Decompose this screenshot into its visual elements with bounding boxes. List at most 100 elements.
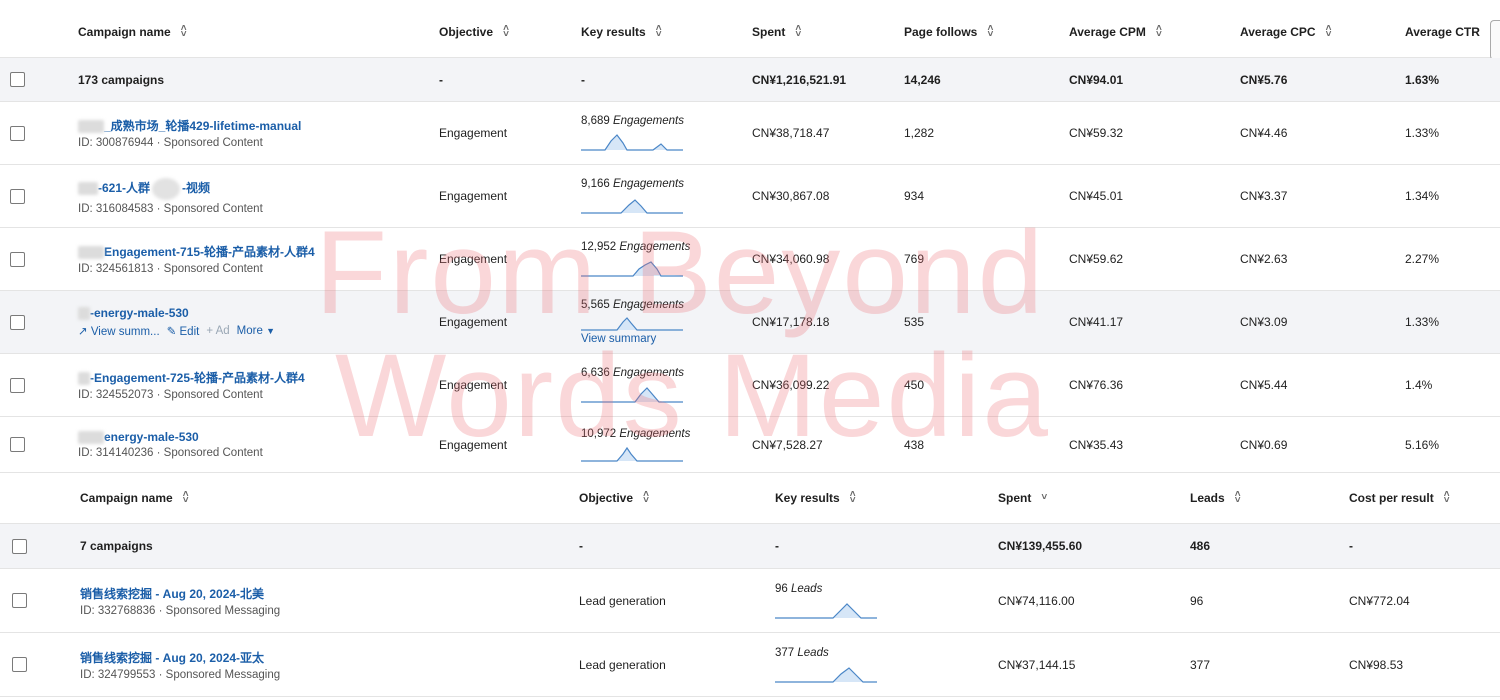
key-result-value: 8,689 Engagements [581,115,684,127]
col-header-campaign-name[interactable]: Campaign name ˄ ˅ [78,6,188,57]
cpm-value: CN¥76.36 [1069,378,1124,392]
campaign-name-link[interactable]: _成熟市场_轮播429-lifetime-manual [78,117,301,134]
ctr-value: 1.33% [1405,126,1440,140]
table-row[interactable]: energy-male-530 ID: 314140236 · Sponsore… [0,417,1500,473]
sort-icon: ˄ ˅ [182,489,189,506]
horizontal-scroll-handle[interactable] [1490,20,1500,60]
spent-value: CN¥17,178.18 [752,315,830,329]
campaign-name-link[interactable]: energy-male-530 [78,430,263,445]
total-label: 7 campaigns [80,539,153,553]
sparkline [581,317,683,331]
pencil-icon: ✎ [166,326,177,339]
spent-value: CN¥7,528.27 [752,437,823,452]
view-summary-link[interactable]: ↗ View summ... [78,324,160,338]
table-total-row: 7 campaigns - - CN¥139,455.60 486 - [0,524,1500,569]
table-row[interactable]: 销售线索挖掘 - Aug 20, 2024-北美 ID: 332768836 ·… [0,569,1500,633]
spent-value: CN¥37,144.15 [998,657,1076,672]
sort-icon: ˄ ˅ [849,489,856,506]
edit-link[interactable]: ✎ Edit [167,324,200,338]
spent-value: CN¥34,060.98 [752,252,830,266]
col-header-page-follows[interactable]: Page follows ˄ ˅ [904,6,994,57]
sort-icon: ˄ ˅ [503,22,509,40]
row-checkbox[interactable] [10,314,25,330]
table-row[interactable]: -Engagement-725-轮播-产品素材-人群4 ID: 32455207… [0,354,1500,417]
sort-icon: ˄ ˅ [1325,22,1332,40]
total-cost-per-result: - [1349,539,1353,553]
spent-value: CN¥36,099.22 [752,378,830,392]
redacted-text [78,246,104,260]
select-all-checkbox[interactable] [12,538,27,554]
col-header-leads[interactable]: Leads ˄ ˅ [1190,473,1242,523]
col-header-spent[interactable]: Spent ˄ ˅ [752,6,802,57]
campaign-name-link[interactable]: -Engagement-725-轮播-产品素材-人群4 [78,369,305,386]
row-actions: ↗ View summ... ✎ Edit + Ad More ▼ [78,324,275,338]
campaign-name-link[interactable]: Engagement-715-轮播-产品素材-人群4 [78,243,315,260]
cpc-value: CN¥2.63 [1240,252,1288,266]
col-header-key-results[interactable]: Key results ˄ ˅ [775,473,857,523]
sparkline [775,666,877,683]
row-checkbox[interactable] [10,188,25,204]
sort-icon: ˄ ˅ [987,22,994,40]
cpm-value: CN¥35.43 [1069,437,1124,452]
table-row[interactable]: -energy-male-530 ↗ View summ... ✎ Edit +… [0,291,1500,354]
total-cpc: CN¥5.76 [1240,72,1288,87]
col-header-average-cpc[interactable]: Average CPC ˄ ˅ [1240,6,1333,57]
spent-value: CN¥38,718.47 [752,126,830,140]
cpc-value: CN¥5.44 [1240,378,1288,392]
sparkline [581,446,683,462]
view-summary-link[interactable]: View summary [581,333,684,345]
col-header-average-ctr[interactable]: Average CTR [1405,6,1480,57]
objective-value: Lead generation [579,593,666,608]
add-ad-link[interactable]: + Ad [206,325,229,337]
campaign-name-link[interactable]: 销售线索挖掘 - Aug 20, 2024-亚太 [80,649,280,666]
total-key-results: - [581,72,585,87]
campaign-name-link[interactable]: 销售线索挖掘 - Aug 20, 2024-北美 [80,585,280,602]
objective-value: Engagement [439,315,508,329]
sort-icon: ˄ ˅ [643,489,649,506]
cpc-value: CN¥3.37 [1240,189,1288,203]
row-checkbox[interactable] [10,125,25,141]
select-all-checkbox[interactable] [10,72,25,87]
row-checkbox[interactable] [10,251,25,267]
ctr-value: 1.33% [1405,315,1440,329]
objective-value: Engagement [439,378,508,392]
ctr-value: 1.34% [1405,189,1440,203]
row-checkbox[interactable] [10,437,25,452]
row-checkbox[interactable] [12,593,27,608]
sort-icon: ˄ ˅ [180,22,187,40]
caret-down-icon: ▼ [266,326,275,337]
table-row[interactable]: Engagement-715-轮播-产品素材-人群4 ID: 324561813… [0,228,1500,291]
table-row[interactable]: _成熟市场_轮播429-lifetime-manual ID: 30087694… [0,102,1500,165]
total-page-follows: 14,246 [904,72,941,87]
sort-icon: ˄ ˅ [1234,489,1241,506]
campaign-name-link[interactable]: -energy-male-530 [78,306,275,321]
col-header-spent[interactable]: Spent ˅ [998,473,1048,523]
spent-value: CN¥74,116.00 [998,593,1075,608]
more-menu-button[interactable]: More ▼ [237,325,275,337]
row-checkbox[interactable] [12,657,27,672]
page-follows-value: 438 [904,437,925,452]
table-row[interactable]: -621-人群 -视频 ID: 316084583 · Sponsored Con… [0,165,1500,228]
col-header-objective[interactable]: Objective ˄ ˅ [439,6,510,57]
page-follows-value: 450 [904,378,925,392]
campaign-meta: ID: 314140236 · Sponsored Content [78,447,263,460]
campaign-meta: ID: 324552073 · Sponsored Content [78,389,263,401]
campaign-name-link[interactable]: -621-人群 -视频 [78,177,263,200]
col-header-campaign-name[interactable]: Campaign name ˄ ˅ [80,473,190,523]
page-follows-value: 1,282 [904,126,935,140]
redacted-text [78,431,104,445]
col-header-cost-per-result[interactable]: Cost per result ˄ ˅ [1349,473,1451,523]
col-header-objective[interactable]: Objective ˄ ˅ [579,473,650,523]
col-header-key-results[interactable]: Key results ˄ ˅ [581,6,663,57]
col-header-average-cpm[interactable]: Average CPM ˄ ˅ [1069,6,1163,57]
trend-icon: ↗ [78,326,88,339]
key-result-value: 377 Leads [775,646,829,659]
redacted-text [78,120,104,134]
campaign-meta: ID: 324561813 · Sponsored Content [78,263,263,275]
sparkline [775,602,877,619]
key-result-value: 96 Leads [775,582,823,595]
row-checkbox[interactable] [10,377,25,393]
sparkline [581,134,683,151]
table-row[interactable]: 销售线索挖掘 - Aug 20, 2024-亚太 ID: 324799553 ·… [0,633,1500,697]
spent-value: CN¥30,867.08 [752,189,830,203]
